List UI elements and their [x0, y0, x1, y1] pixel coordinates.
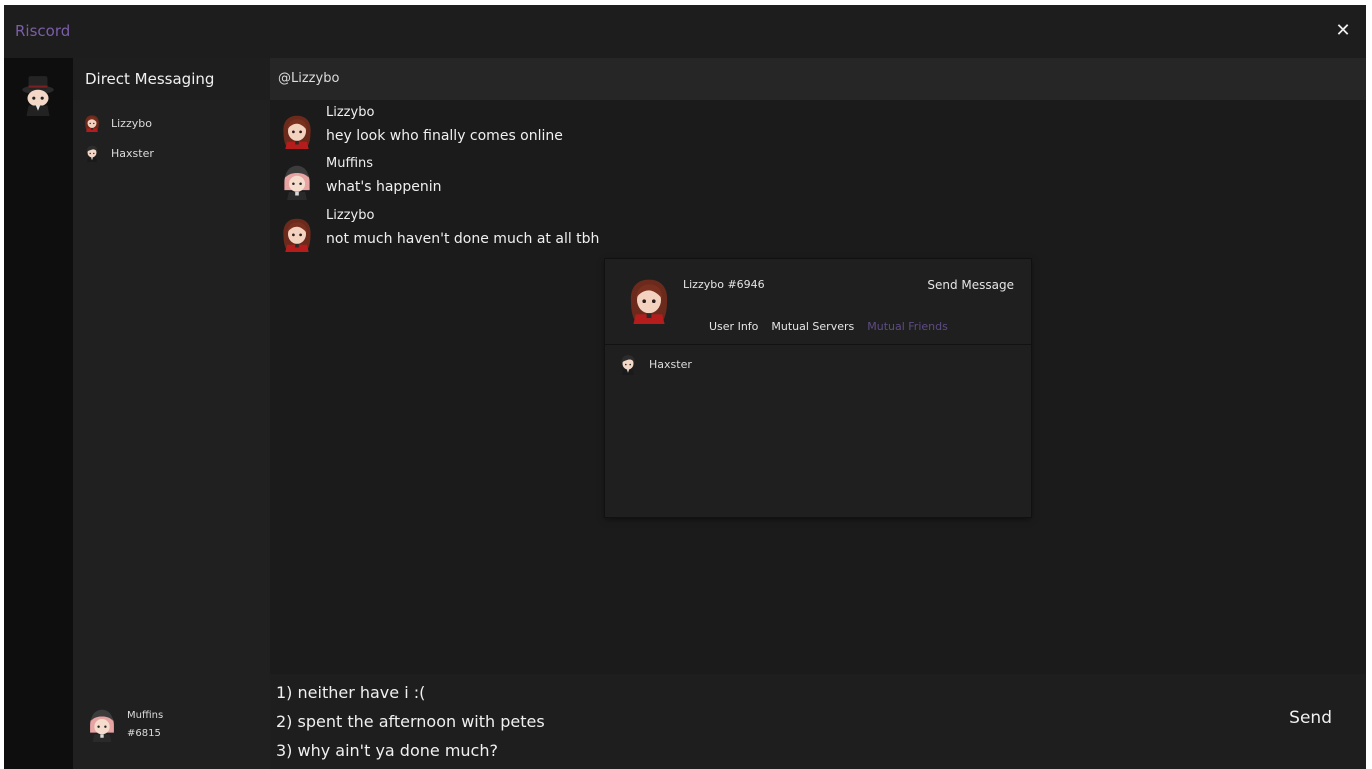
red-hair-girl-avatar-icon	[279, 113, 315, 149]
mutual-friends-list: Haxster	[605, 345, 1031, 517]
user-profile-popup: Lizzybo #6946 Send Message User Info Mut…	[605, 259, 1031, 517]
app-title: Riscord	[15, 22, 71, 40]
profile-tabs: User Info Mutual Servers Mutual Friends	[709, 320, 948, 333]
message-author: Muffins	[326, 156, 374, 171]
dm-item-label: Haxster	[111, 146, 154, 160]
mutual-friend-item[interactable]: Haxster	[617, 353, 692, 375]
current-user-tag: #6815	[127, 728, 161, 739]
red-hair-girl-avatar-icon	[279, 216, 315, 252]
pink-hair-hat-avatar-icon	[85, 708, 119, 742]
profile-username: Lizzybo #6946	[683, 278, 765, 291]
message: Lizzybo not much haven't done much at al…	[279, 208, 699, 258]
dm-header: Direct Messaging	[73, 58, 270, 100]
close-icon: ✕	[1335, 20, 1351, 41]
top-hat-avatar-icon	[17, 74, 59, 116]
message-text: what's happenin	[326, 179, 442, 195]
composer-line[interactable]: 2) spent the afternoon with petes	[276, 712, 545, 731]
message: Lizzybo hey look who finally comes onlin…	[279, 105, 699, 155]
tab-mutual-friends[interactable]: Mutual Friends	[867, 320, 948, 333]
server-rail	[4, 58, 73, 769]
message-author: Lizzybo	[326, 105, 375, 120]
direct-messages-panel: Direct Messaging Lizzybo Haxster Muffins…	[73, 58, 270, 769]
tab-user-info[interactable]: User Info	[709, 320, 758, 333]
app-window: Riscord ✕ Direct Messaging Lizzybo Haxst…	[4, 5, 1366, 769]
composer-line[interactable]: 1) neither have i :(	[276, 683, 425, 702]
message-author: Lizzybo	[326, 208, 375, 223]
red-hair-girl-avatar-icon	[625, 276, 673, 324]
mutual-friend-label: Haxster	[649, 357, 692, 371]
current-user[interactable]: Muffins #6815	[85, 707, 163, 743]
message: Muffins what's happenin	[279, 156, 699, 206]
dm-item-label: Lizzybo	[111, 116, 152, 130]
dark-hair-boy-avatar-icon	[83, 144, 101, 162]
pink-hair-hat-avatar-icon	[279, 164, 315, 200]
current-user-meta: Muffins #6815	[127, 707, 163, 743]
title-bar: Riscord ✕	[4, 5, 1366, 58]
red-hair-girl-avatar-icon	[83, 114, 101, 132]
dm-list: Lizzybo Haxster	[73, 100, 270, 168]
dm-item-lizzybo[interactable]: Lizzybo	[73, 108, 270, 138]
message-text: hey look who finally comes online	[326, 128, 563, 144]
message-composer[interactable]: 1) neither have i :( 2) spent the aftern…	[270, 674, 1366, 769]
send-button[interactable]: Send	[1289, 708, 1332, 728]
composer-line[interactable]: 3) why ain't ya done much?	[276, 741, 498, 760]
message-text: not much haven't done much at all tbh	[326, 231, 600, 247]
dark-hair-boy-avatar-icon	[617, 353, 639, 375]
send-message-button[interactable]: Send Message	[927, 278, 1014, 292]
chat-header: @Lizzybo	[270, 58, 1366, 100]
profile-header: Lizzybo #6946 Send Message User Info Mut…	[605, 259, 1031, 345]
close-button[interactable]: ✕	[1332, 20, 1354, 42]
tab-mutual-servers[interactable]: Mutual Servers	[771, 320, 854, 333]
dm-item-haxster[interactable]: Haxster	[73, 138, 270, 168]
home-avatar[interactable]	[17, 74, 59, 120]
current-user-name: Muffins	[127, 710, 164, 721]
